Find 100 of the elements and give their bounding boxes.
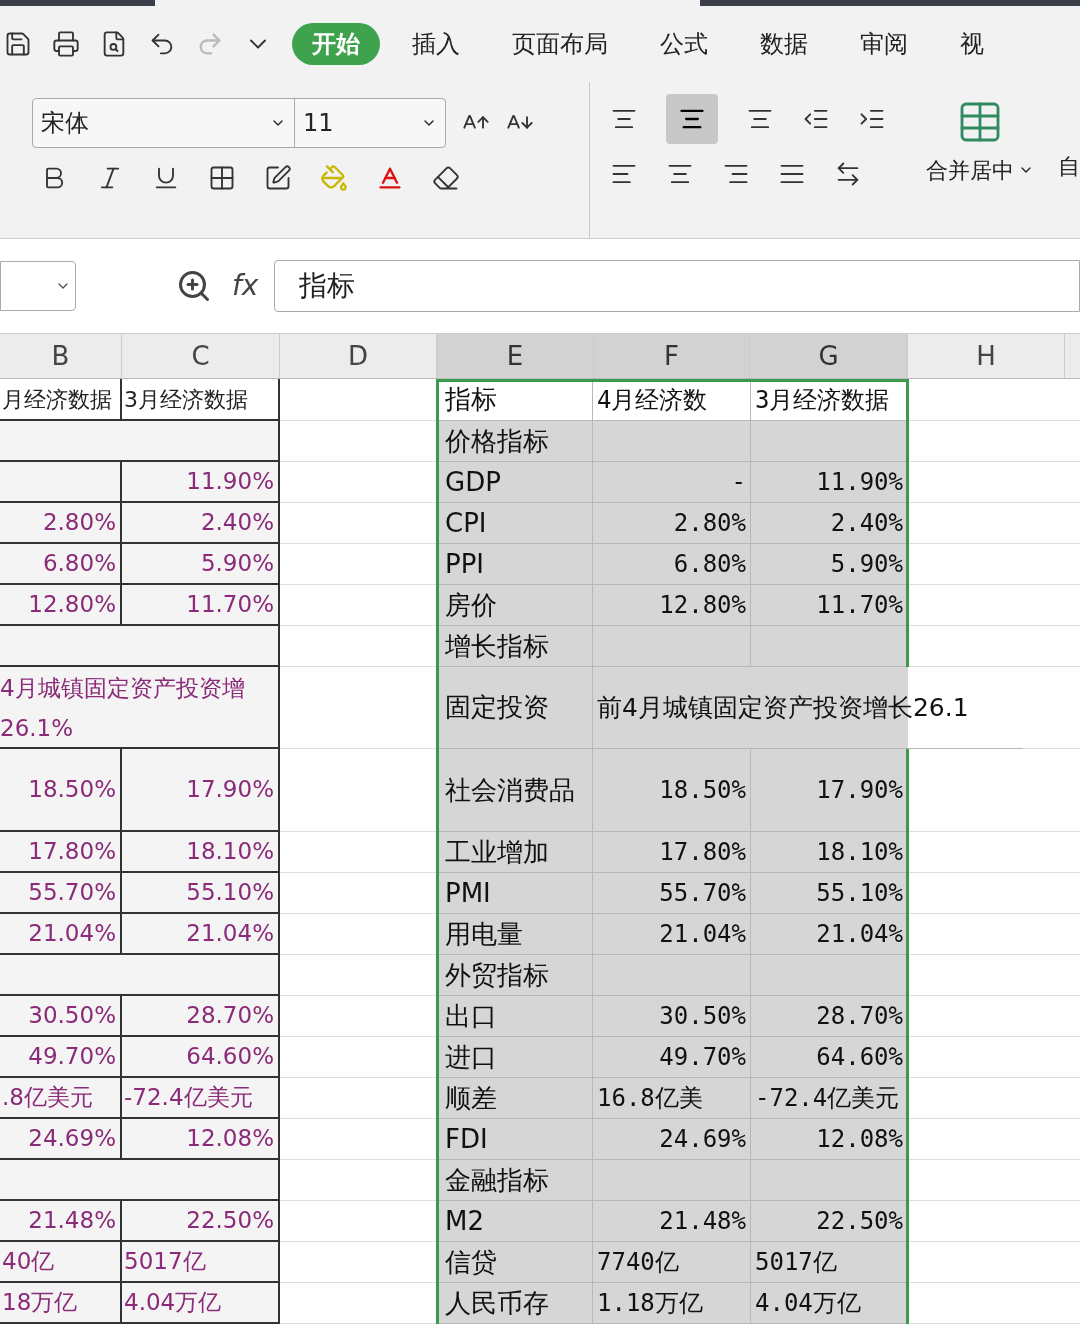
table-cell: 49.70%: [593, 1037, 751, 1078]
table-cell: 64.60%: [122, 1037, 280, 1078]
table-cell: 12.08%: [751, 1119, 908, 1160]
table-cell: 24.69%: [593, 1119, 751, 1160]
fx-label[interactable]: fx: [232, 265, 259, 307]
table-cell: 28.70%: [751, 996, 908, 1037]
table-cell: 前4月城镇固定资产投资增长26.1: [593, 667, 1023, 749]
column-header[interactable]: H: [908, 334, 1065, 378]
table-cell: 价格指标: [437, 421, 593, 462]
table-cell: 5017亿: [751, 1242, 908, 1283]
table-cell: 11.70%: [751, 585, 908, 626]
table-cell: 17.80%: [0, 832, 122, 873]
column-header[interactable]: E: [437, 334, 594, 378]
table-cell: 月经济数据: [0, 379, 122, 421]
table-cell: 17.90%: [122, 749, 280, 832]
table-cell: 21.04%: [0, 914, 122, 955]
table-cell: 3月经济数据: [122, 379, 280, 421]
table-cell: 55.70%: [593, 873, 751, 914]
column-header[interactable]: C: [122, 334, 280, 378]
menu-tab[interactable]: 公式: [640, 22, 728, 65]
table-cell: -72.4亿美元: [751, 1078, 908, 1119]
table-cell: 人民币存: [437, 1283, 593, 1324]
cell-style-icon[interactable]: [264, 163, 292, 192]
table-cell: 64.60%: [751, 1037, 908, 1078]
table-cell: 顺差: [437, 1078, 593, 1119]
table-cell: 18.10%: [122, 832, 280, 873]
table-cell: -: [593, 462, 751, 503]
table-cell: 2.80%: [0, 503, 122, 544]
table-cell: 18.10%: [751, 832, 908, 873]
table-cell: 5017亿: [122, 1242, 280, 1283]
table-cell: 12.80%: [0, 585, 122, 626]
table-cell: 16.8亿美: [593, 1078, 751, 1119]
table-cell: 11.70%: [122, 585, 280, 626]
font-name-dropdown[interactable]: 宋体: [33, 98, 295, 147]
table-cell: 30.50%: [0, 996, 122, 1037]
fill-color-icon[interactable]: [320, 163, 348, 192]
table-cell: 22.50%: [122, 1201, 280, 1242]
column-header[interactable]: F: [594, 334, 750, 378]
table-cell: 21.04%: [751, 914, 908, 955]
menu-tab[interactable]: 数据: [740, 22, 828, 65]
table-cell: 21.04%: [593, 914, 751, 955]
column-header[interactable]: G: [750, 334, 908, 378]
formula-field[interactable]: 指标: [274, 260, 1080, 312]
table-cell: 信贷: [437, 1242, 593, 1283]
table-cell: 外贸指标: [437, 955, 593, 996]
table-cell: 固定投资: [437, 667, 593, 749]
table-cell: 55.70%: [0, 873, 122, 914]
table-cell: 17.90%: [751, 749, 908, 832]
table-cell: 2.40%: [751, 503, 908, 544]
table-cell: 55.10%: [122, 873, 280, 914]
table-cell: 28.70%: [122, 996, 280, 1037]
align-middle-button[interactable]: [666, 93, 718, 144]
table-cell: GDP: [437, 462, 593, 503]
table-cell: 2.80%: [593, 503, 751, 544]
table-cell: 55.10%: [751, 873, 908, 914]
table-cell: 金融指标: [437, 1160, 593, 1201]
menu-tab[interactable]: 插入: [392, 22, 480, 65]
table-cell: 4月城镇固定资产投资增 26.1%: [0, 667, 280, 749]
menu-tab[interactable]: 视: [940, 22, 1004, 65]
menu-tab[interactable]: 页面布局: [492, 22, 628, 65]
table-cell: 49.70%: [0, 1037, 122, 1078]
column-header[interactable]: B: [0, 334, 122, 378]
table-cell: 2.40%: [122, 503, 280, 544]
table-cell: 6.80%: [593, 544, 751, 585]
table-cell: 进口: [437, 1037, 593, 1078]
table-cell: 增长指标: [437, 626, 593, 667]
table-cell: 4月经济数: [593, 379, 751, 421]
merge-center-button[interactable]: 合并居中: [926, 153, 1034, 187]
font-size-dropdown[interactable]: 11: [295, 98, 445, 147]
table-cell: 12.08%: [122, 1119, 280, 1160]
table-cell: 21.04%: [122, 914, 280, 955]
table-cell: 5.90%: [122, 544, 280, 585]
table-cell: 用电量: [437, 914, 593, 955]
table-cell: .8亿美元: [0, 1078, 122, 1119]
table-cell: PPI: [437, 544, 593, 585]
table-cell: 房价: [437, 585, 593, 626]
table-cell: CPI: [437, 503, 593, 544]
table-cell: 4.04万亿: [122, 1283, 280, 1324]
table-cell: 17.80%: [593, 832, 751, 873]
table-cell: 4.04万亿: [751, 1283, 908, 1324]
table-cell: 30.50%: [593, 996, 751, 1037]
search-icon[interactable]: [176, 268, 212, 304]
table-cell: 18.50%: [593, 749, 751, 832]
menu-tab[interactable]: 审阅: [840, 22, 928, 65]
table-cell: 12.80%: [593, 585, 751, 626]
ribbon-button[interactable]: 自: [1058, 149, 1080, 183]
table-cell: 5.90%: [751, 544, 908, 585]
table-cell: 40亿: [0, 1242, 122, 1283]
table-cell: 21.48%: [0, 1201, 122, 1242]
table-cell: 6.80%: [0, 544, 122, 585]
print-icon[interactable]: [52, 29, 80, 58]
table-cell: 7740亿: [593, 1242, 751, 1283]
table-cell: 11.90%: [751, 462, 908, 503]
table-cell: 18.50%: [0, 749, 122, 832]
table-cell: FDI: [437, 1119, 593, 1160]
table-cell: 社会消费品: [437, 749, 593, 832]
table-cell: 18万亿: [0, 1283, 122, 1324]
table-cell: PMI: [437, 873, 593, 914]
table-cell: 24.69%: [0, 1119, 122, 1160]
table-cell: 1.18万亿: [593, 1283, 751, 1324]
